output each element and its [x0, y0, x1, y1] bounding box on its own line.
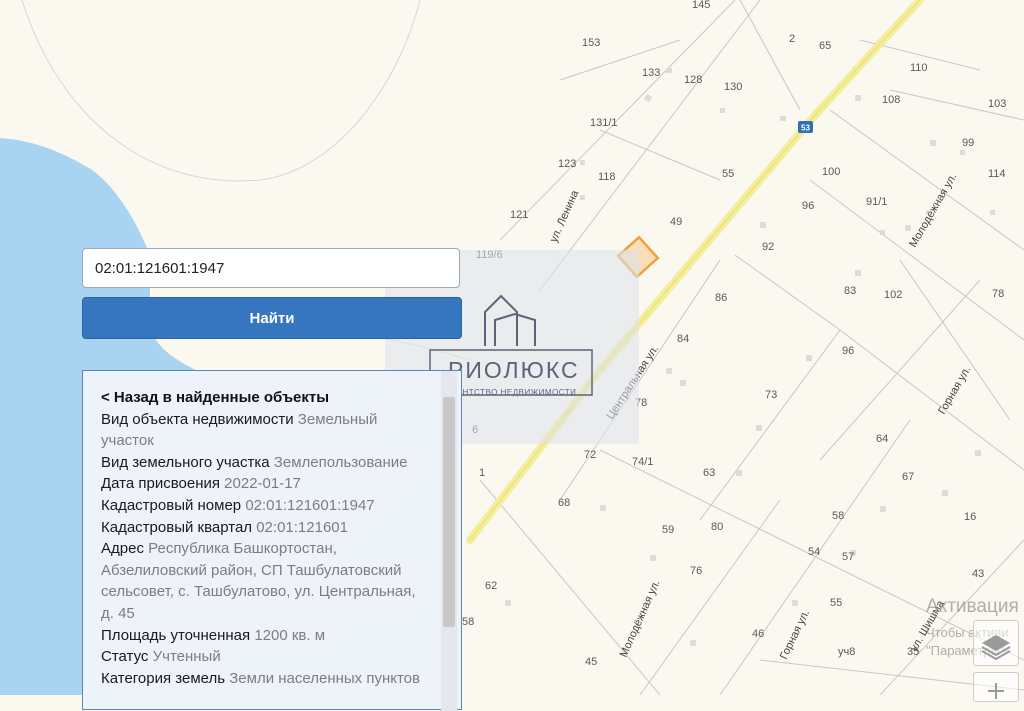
layers-icon: [981, 635, 1011, 661]
field-value: Учтенный: [152, 648, 221, 666]
house-number-label: 131/1: [590, 117, 618, 129]
house-number-label: 57: [842, 551, 854, 563]
house-number-label: 45: [585, 656, 597, 668]
house-number-label: 2: [789, 33, 795, 45]
watermark-title: РИОЛЮКС: [448, 357, 580, 383]
field-label: Кадастровый квартал: [101, 518, 253, 536]
house-number-label: 35: [907, 646, 919, 658]
house-number-label: 123: [558, 158, 576, 170]
field-address: Адрес Республика Башкортостан, Абзелилов…: [101, 538, 423, 624]
house-number-label: 83: [844, 285, 856, 297]
house-number-label: 96: [842, 345, 854, 357]
info-scrollbar-thumb[interactable]: [443, 397, 455, 627]
house-number-label: 103: [988, 98, 1006, 110]
house-number-label: 80: [711, 521, 723, 533]
road-sign-label: 53: [801, 124, 810, 133]
field-label: Адрес: [101, 540, 144, 558]
house-number-label: 145: [692, 0, 710, 11]
house-number-label: 92: [762, 241, 774, 253]
field-object-type: Вид объекта недвижимости Земельный участ…: [101, 409, 423, 452]
house-number-label: 121: [510, 209, 528, 221]
field-label: Вид земельного участка: [101, 453, 270, 471]
field-label: Вид объекта недвижимости: [101, 410, 294, 428]
layers-button[interactable]: [973, 620, 1019, 666]
house-number-label: 102: [884, 289, 902, 301]
field-label: Кадастровый номер: [101, 496, 242, 514]
house-number-label: 65: [819, 40, 831, 52]
house-number-label: уч8: [838, 646, 855, 658]
watermark-subtitle: АГЕНТСТВО НЕДВИЖИМОСТИ: [446, 388, 577, 397]
field-value: Земли населенных пунктов: [229, 669, 420, 687]
field-land-category: Категория земель Земли населенных пункто…: [101, 668, 423, 690]
house-number-label: 72: [584, 449, 596, 461]
house-number-label: 133: [642, 67, 660, 79]
house-number-label: 49: [670, 216, 682, 228]
field-value: Республика Башкортостан, Абзелиловский р…: [101, 540, 416, 622]
object-info-panel: < Назад в найденные объекты Вид объекта …: [82, 370, 462, 711]
house-number-label: 130: [724, 81, 742, 93]
house-number-label: 43: [972, 568, 984, 580]
field-label: Категория земель: [101, 669, 226, 687]
house-number-label: 1: [479, 467, 485, 479]
field-assign-date: Дата присвоения 2022-01-17: [101, 473, 423, 495]
house-number-label: 114: [988, 168, 1006, 180]
find-button[interactable]: Найти: [82, 297, 462, 339]
field-value: 2022-01-17: [224, 475, 301, 493]
house-number-label: 74/1: [632, 456, 653, 468]
house-number-label: 110: [910, 62, 928, 74]
field-value: Землепользование: [273, 453, 408, 471]
house-number-label: 84: [677, 333, 689, 345]
house-number-label: 58: [462, 616, 474, 628]
house-number-label: 62: [485, 580, 497, 592]
house-number-label: 58: [832, 510, 844, 522]
house-number-label: 68: [558, 497, 570, 509]
field-parcel-type: Вид земельного участка Землепользование: [101, 452, 423, 474]
field-area: Площадь уточненная 1200 кв. м: [101, 625, 423, 647]
field-value: 1200 кв. м: [254, 626, 326, 644]
field-label: Статус: [101, 648, 149, 666]
house-number-label: 76: [690, 565, 702, 577]
zoom-in-button[interactable]: [973, 672, 1019, 702]
house-number-label: 128: [684, 74, 702, 86]
house-number-label: 67: [902, 471, 914, 483]
house-number-label: 86: [715, 292, 727, 304]
field-status: Статус Учтенный: [101, 646, 423, 668]
house-number-label: 59: [662, 524, 674, 536]
field-label: Дата присвоения: [101, 475, 220, 493]
house-number-label: 73: [765, 389, 777, 401]
field-cadastral-quarter: Кадастровый квартал 02:01:121601: [101, 517, 423, 539]
house-number-label: 108: [882, 94, 900, 106]
house-number-label: 63: [703, 467, 715, 479]
windows-activation-title: Активация: [926, 596, 1019, 617]
house-number-label: 99: [962, 137, 974, 149]
house-number-label: 78: [992, 288, 1004, 300]
back-to-results-link[interactable]: < Назад в найденные объекты: [101, 387, 423, 409]
field-cadastral-number: Кадастровый номер 02:01:121601:1947: [101, 495, 423, 517]
house-number-label: 153: [582, 37, 600, 49]
house-number-label: 46: [752, 628, 764, 640]
house-number-label: 55: [722, 168, 734, 180]
house-number-label: 96: [802, 200, 814, 212]
house-number-label: 91/1: [866, 196, 887, 208]
house-number-label: 16: [964, 511, 976, 523]
object-info-content: < Назад в найденные объекты Вид объекта …: [101, 387, 423, 689]
field-value: 02:01:121601: [256, 518, 348, 536]
cadastral-search-input[interactable]: [82, 248, 460, 288]
field-label: Площадь уточненная: [101, 626, 251, 644]
house-number-label: 55: [830, 597, 842, 609]
road-sign-icon: 53: [798, 121, 813, 133]
house-number-label: 100: [822, 166, 840, 178]
field-value: 02:01:121601:1947: [245, 496, 375, 514]
plus-icon: [988, 683, 1004, 699]
house-number-label: 118: [598, 171, 616, 183]
house-number-label: 54: [808, 546, 820, 558]
house-number-label: 64: [876, 433, 888, 445]
